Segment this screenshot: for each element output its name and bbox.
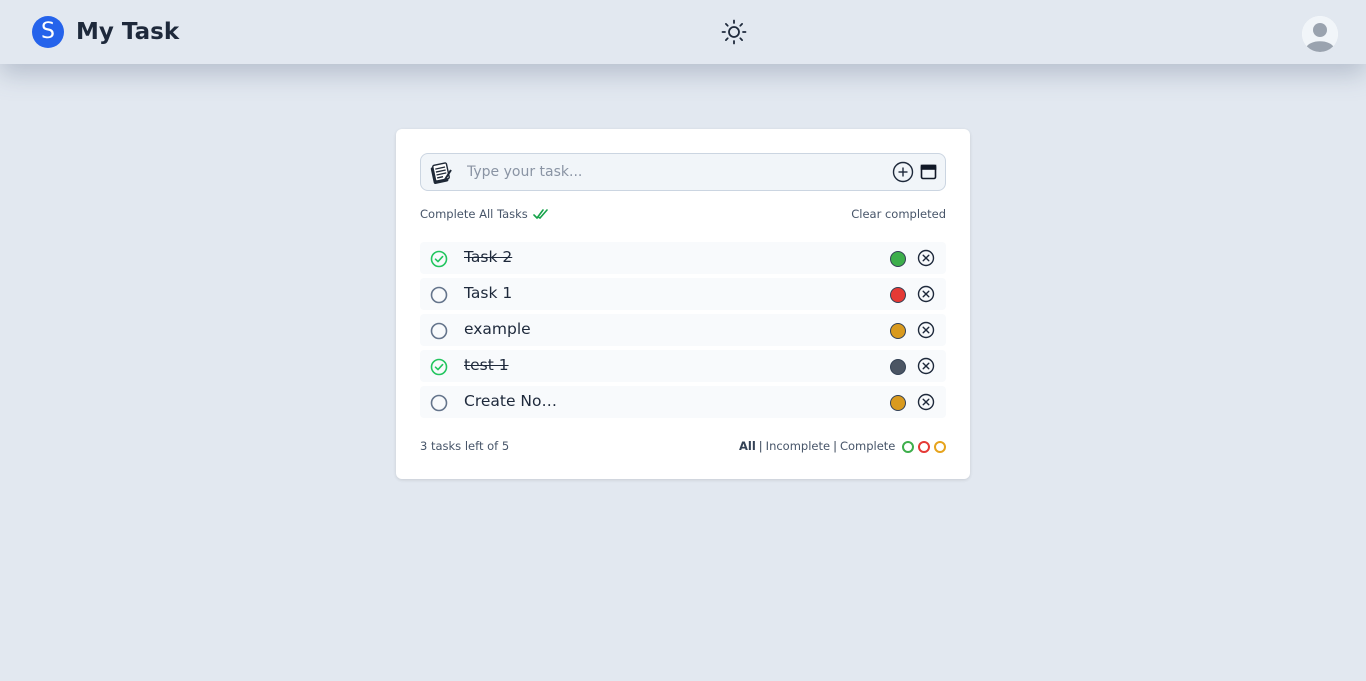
calendar-icon[interactable] [920, 163, 937, 180]
priority-dot[interactable] [890, 323, 906, 339]
priority-filter-red[interactable] [918, 441, 930, 453]
delete-icon[interactable] [917, 357, 935, 375]
task-input[interactable] [467, 160, 877, 184]
priority-filters [902, 441, 950, 453]
logo-icon: S [32, 16, 64, 48]
task-check-icon[interactable] [430, 358, 448, 376]
priority-dot[interactable] [890, 287, 906, 303]
task-check-icon[interactable] [430, 250, 448, 268]
filter-complete[interactable]: Complete [840, 439, 895, 453]
task-row: example [420, 314, 946, 346]
priority-dot[interactable] [890, 359, 906, 375]
clear-completed-button[interactable]: Clear completed [851, 207, 946, 221]
task-label[interactable]: test 1 [464, 356, 509, 374]
status-filters: All | Incomplete | Complete [739, 439, 895, 453]
complete-all-button[interactable]: Complete All Tasks [420, 207, 548, 221]
notepad-icon [429, 161, 453, 185]
task-label[interactable]: Task 1 [464, 284, 512, 302]
priority-filter-green[interactable] [902, 441, 914, 453]
delete-icon[interactable] [917, 321, 935, 339]
filter-incomplete[interactable]: Incomplete [766, 439, 830, 453]
bulk-actions: Complete All Tasks Clear completed [420, 207, 946, 223]
brand[interactable]: S My Task [32, 16, 179, 48]
task-check-icon[interactable] [430, 394, 448, 412]
task-row: Task 2 [420, 242, 946, 274]
priority-dot[interactable] [890, 251, 906, 267]
task-check-icon[interactable] [430, 322, 448, 340]
double-check-icon [533, 208, 548, 220]
app-title: My Task [76, 19, 180, 45]
task-row: Task 1 [420, 278, 946, 310]
todo-card: Complete All Tasks Clear completed Task … [396, 129, 970, 479]
plus-circle-icon[interactable] [892, 161, 914, 183]
top-navbar: S My Task [0, 0, 1366, 64]
task-input-bar [420, 153, 946, 191]
task-row: Create No… [420, 386, 946, 418]
delete-icon[interactable] [917, 393, 935, 411]
task-label[interactable]: Task 2 [464, 248, 512, 266]
delete-icon[interactable] [917, 249, 935, 267]
complete-all-label: Complete All Tasks [420, 207, 528, 221]
delete-icon[interactable] [917, 285, 935, 303]
priority-dot[interactable] [890, 395, 906, 411]
task-label[interactable]: Create No… [464, 392, 557, 410]
task-label[interactable]: example [464, 320, 531, 338]
priority-filter-yellow[interactable] [934, 441, 946, 453]
card-footer: 3 tasks left of 5 All | Incomplete | Complet… [420, 439, 946, 455]
task-row: test 1 [420, 350, 946, 382]
filter-separator: | [833, 439, 837, 453]
tasks-left-count: 3 tasks left of 5 [420, 439, 510, 453]
filter-all[interactable]: All [739, 439, 756, 453]
task-check-icon[interactable] [430, 286, 448, 304]
user-avatar-icon[interactable] [1302, 16, 1338, 52]
filter-separator: | [758, 439, 763, 453]
sun-icon[interactable] [721, 19, 747, 45]
task-list: Task 2 Task 1 example test 1 Create No… [420, 242, 946, 422]
